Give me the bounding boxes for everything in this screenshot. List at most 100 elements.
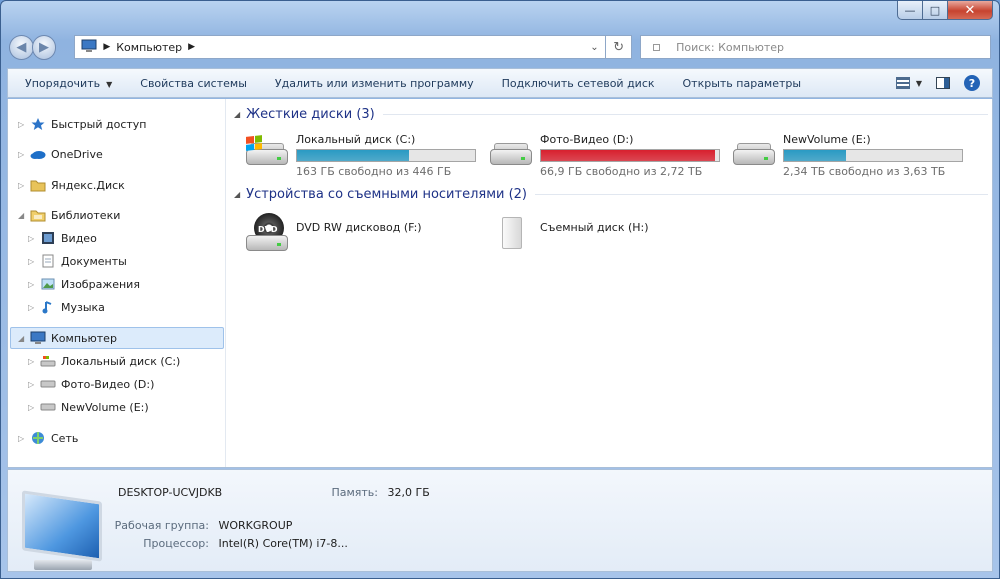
- drive-item-c[interactable]: Локальный диск (C:) 163 ГБ свободно из 4…: [244, 131, 476, 178]
- cloud-icon: [30, 146, 46, 162]
- caption-buttons: — □ ✕: [897, 1, 993, 20]
- drive-free-space: 66,9 ГБ свободно из 2,72 ТБ: [540, 165, 703, 178]
- map-network-drive-button[interactable]: Подключить сетевой диск: [488, 77, 669, 90]
- group-header-hard-drives[interactable]: ◢ Жесткие диски (3): [234, 107, 988, 122]
- drive-name: Локальный диск (C:): [296, 133, 416, 146]
- expand-arrow-icon[interactable]: ▷: [28, 380, 40, 389]
- organize-button[interactable]: Упорядочить ▼: [8, 77, 126, 90]
- group-collapse-icon[interactable]: ◢: [234, 110, 240, 119]
- drive-icon: [40, 376, 56, 392]
- processor-row: Процессор: Intel(R) Core(TM) i7-8...: [108, 537, 348, 550]
- expand-arrow-icon[interactable]: ▷: [18, 434, 30, 443]
- group-title: Устройства со съемными носителями (2): [246, 187, 528, 202]
- help-icon[interactable]: ?: [964, 75, 980, 91]
- drive-name: DVD RW дисковод (F:): [296, 221, 422, 234]
- tree-item-quick-access[interactable]: ▷ Быстрый доступ: [18, 113, 147, 135]
- memory-row: Память: 32,0 ГБ: [298, 486, 430, 499]
- change-view-button[interactable]: ▼: [895, 77, 922, 89]
- folder-icon: [30, 177, 46, 193]
- refresh-button[interactable]: ↻: [606, 35, 633, 59]
- expand-arrow-icon[interactable]: ▷: [28, 280, 40, 289]
- drive-free-space: 163 ГБ свободно из 446 ГБ: [296, 165, 452, 178]
- tree-item-documents[interactable]: ▷ Документы: [28, 250, 127, 272]
- refresh-icon: ↻: [613, 39, 625, 55]
- drive-item-dvd[interactable]: DVD DVD RW дисковод (F:): [244, 213, 422, 255]
- expand-arrow-icon[interactable]: ▷: [28, 257, 40, 266]
- system-properties-button[interactable]: Свойства системы: [126, 77, 261, 90]
- group-collapse-icon[interactable]: ◢: [234, 190, 240, 199]
- uninstall-program-button[interactable]: Удалить или изменить программу: [261, 77, 488, 90]
- explorer-window: — □ ✕ ◀ ▶ ▶ Компьютер ▶ ⌄ ↻ Поиск: Компь…: [0, 0, 1000, 579]
- forward-button[interactable]: ▶: [31, 34, 57, 60]
- group-divider: [382, 114, 988, 115]
- tree-item-label: Компьютер: [51, 331, 117, 345]
- navigation-pane[interactable]: ▷ Быстрый доступ ▷ OneDrive ▷ Яндекс.Дис…: [8, 99, 226, 467]
- preview-pane-icon[interactable]: [936, 77, 950, 89]
- star-icon: [30, 116, 46, 132]
- expand-arrow-icon[interactable]: ▷: [18, 181, 30, 190]
- drive-c-icon: [40, 353, 56, 369]
- processor-label: Процессор:: [143, 537, 209, 550]
- tree-item-network[interactable]: ▷ Сеть: [18, 427, 78, 449]
- expand-arrow-icon[interactable]: ▷: [28, 303, 40, 312]
- group-title: Жесткие диски (3): [246, 107, 375, 122]
- tree-item-label: Быстрый доступ: [51, 117, 147, 131]
- tree-item-video[interactable]: ▷ Видео: [28, 227, 97, 249]
- caret-down-icon: ▼: [106, 79, 113, 89]
- tree-item-yandex-disk[interactable]: ▷ Яндекс.Диск: [18, 174, 125, 196]
- breadcrumb-separator[interactable]: ▶: [103, 42, 110, 52]
- main-pane[interactable]: ◢ Жесткие диски (3) Локальный диск (C:) …: [228, 99, 992, 467]
- maximize-button[interactable]: □: [923, 1, 948, 20]
- usage-bar: [783, 149, 963, 162]
- tree-item-label: Яндекс.Диск: [51, 178, 125, 192]
- tree-item-computer[interactable]: ◢ Компьютер: [10, 327, 224, 349]
- caret-down-icon: ▼: [915, 78, 922, 88]
- close-button[interactable]: ✕: [948, 1, 993, 20]
- document-icon: [40, 253, 56, 269]
- workgroup-value: WORKGROUP: [218, 519, 293, 532]
- workgroup-label: Рабочая группа:: [114, 519, 209, 532]
- tree-item-drive-d[interactable]: ▷ Фото-Видео (D:): [28, 373, 154, 395]
- memory-value: 32,0 ГБ: [387, 486, 430, 499]
- expand-arrow-icon[interactable]: ▷: [18, 150, 30, 159]
- expand-arrow-icon[interactable]: ▷: [28, 403, 40, 412]
- breadcrumb-separator[interactable]: ▶: [188, 42, 195, 52]
- collapse-arrow-icon[interactable]: ◢: [18, 334, 30, 343]
- dvd-drive-icon: DVD: [244, 213, 290, 255]
- view-icon: [895, 77, 910, 89]
- tree-item-label: OneDrive: [51, 147, 103, 161]
- video-icon: [40, 230, 56, 246]
- tree-item-music[interactable]: ▷ Музыка: [28, 296, 105, 318]
- removable-drive-icon: [488, 213, 534, 255]
- expand-arrow-icon[interactable]: ▷: [28, 234, 40, 243]
- expand-arrow-icon[interactable]: ▷: [18, 120, 30, 129]
- address-bar[interactable]: ▶ Компьютер ▶ ⌄: [74, 35, 607, 59]
- expand-arrow-icon[interactable]: ▷: [28, 357, 40, 366]
- tree-item-drive-e[interactable]: ▷ NewVolume (E:): [28, 396, 149, 418]
- chevron-down-icon[interactable]: ⌄: [583, 42, 605, 53]
- back-button[interactable]: ◀: [9, 34, 34, 60]
- computer-small-icon: [81, 39, 97, 56]
- tree-item-label: Музыка: [61, 300, 105, 314]
- search-placeholder: Поиск: Компьютер: [676, 40, 785, 54]
- minimize-button[interactable]: —: [897, 1, 923, 20]
- tree-item-libraries[interactable]: ◢ Библиотеки: [18, 204, 120, 226]
- tree-item-label: Библиотеки: [51, 208, 121, 222]
- open-settings-button[interactable]: Открыть параметры: [669, 77, 816, 90]
- workgroup-row: Рабочая группа: WORKGROUP: [108, 519, 293, 532]
- drive-item-d[interactable]: Фото-Видео (D:) 66,9 ГБ свободно из 2,72…: [488, 131, 720, 178]
- tree-item-onedrive[interactable]: ▷ OneDrive: [18, 143, 103, 165]
- tree-item-drive-c[interactable]: ▷ Локальный диск (C:): [28, 350, 180, 372]
- drive-item-removable-h[interactable]: Съемный диск (H:): [488, 213, 649, 255]
- computer-icon: [30, 330, 46, 346]
- tree-item-images[interactable]: ▷ Изображения: [28, 273, 140, 295]
- group-header-removable[interactable]: ◢ Устройства со съемными носителями (2): [234, 187, 988, 202]
- breadcrumb-computer[interactable]: Компьютер: [116, 41, 182, 54]
- collapse-arrow-icon[interactable]: ◢: [18, 211, 30, 220]
- search-input[interactable]: Поиск: Компьютер: [640, 35, 991, 59]
- navigation-row: ◀ ▶ ▶ Компьютер ▶ ⌄ ↻ Поиск: Компьютер: [9, 32, 991, 62]
- drive-name: Фото-Видео (D:): [540, 133, 634, 146]
- drive-item-e[interactable]: NewVolume (E:) 2,34 ТБ свободно из 3,63 …: [731, 131, 963, 178]
- memory-label: Память:: [331, 486, 378, 499]
- processor-value: Intel(R) Core(TM) i7-8...: [218, 537, 348, 550]
